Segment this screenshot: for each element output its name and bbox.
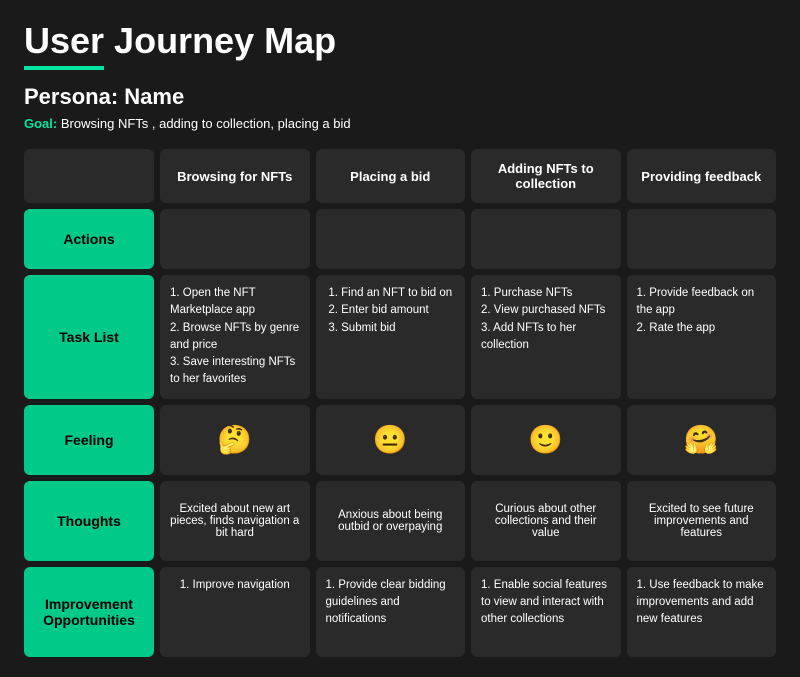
thoughts-col3: Curious about other collections and thei… <box>471 481 621 561</box>
goal-text: Goal: Browsing NFTs , adding to collecti… <box>24 116 776 131</box>
actions-label: Actions <box>24 209 154 269</box>
header-col2: Placing a bid <box>316 149 466 203</box>
thoughts-label: Thoughts <box>24 481 154 561</box>
header-col4: Providing feedback <box>627 149 777 203</box>
thoughts-col4: Excited to see future improvements and f… <box>627 481 777 561</box>
actions-col3 <box>471 209 621 269</box>
feeling-col4: 🤗 <box>627 405 777 475</box>
title-underline <box>24 66 104 70</box>
feeling-label: Feeling <box>24 405 154 475</box>
task-list-label: Task List <box>24 275 154 399</box>
improvement-col2: 1. Provide clear bidding guidelines and … <box>316 567 466 657</box>
page-title: User Journey Map <box>24 20 776 62</box>
task-col1: 1. Open the NFT Marketplace app 2. Brows… <box>160 275 310 399</box>
improvement-col3: 1. Enable social features to view and in… <box>471 567 621 657</box>
header-col3: Adding NFTs to collection <box>471 149 621 203</box>
actions-col2 <box>316 209 466 269</box>
improvement-col4: 1. Use feedback to make improvements and… <box>627 567 777 657</box>
task-col3: 1. Purchase NFTs 2. View purchased NFTs … <box>471 275 621 399</box>
task-col4: 1. Provide feedback on the app 2. Rate t… <box>627 275 777 399</box>
task-col2: 1. Find an NFT to bid on 2. Enter bid am… <box>316 275 466 399</box>
feeling-col2: 😐 <box>316 405 466 475</box>
header-empty <box>24 149 154 203</box>
thoughts-col1: Excited about new art pieces, finds navi… <box>160 481 310 561</box>
persona-label: Persona: Name <box>24 84 776 110</box>
feeling-col3: 🙂 <box>471 405 621 475</box>
thoughts-col2: Anxious about being outbid or overpaying <box>316 481 466 561</box>
header-col1: Browsing for NFTs <box>160 149 310 203</box>
goal-content: Browsing NFTs , adding to collection, pl… <box>61 116 351 131</box>
actions-col1 <box>160 209 310 269</box>
improvement-label: Improvement Opportunities <box>24 567 154 657</box>
goal-label: Goal: <box>24 116 57 131</box>
improvement-col1: 1. Improve navigation <box>160 567 310 657</box>
journey-map-grid: Browsing for NFTs Placing a bid Adding N… <box>24 149 776 657</box>
actions-col4 <box>627 209 777 269</box>
feeling-col1: 🤔 <box>160 405 310 475</box>
